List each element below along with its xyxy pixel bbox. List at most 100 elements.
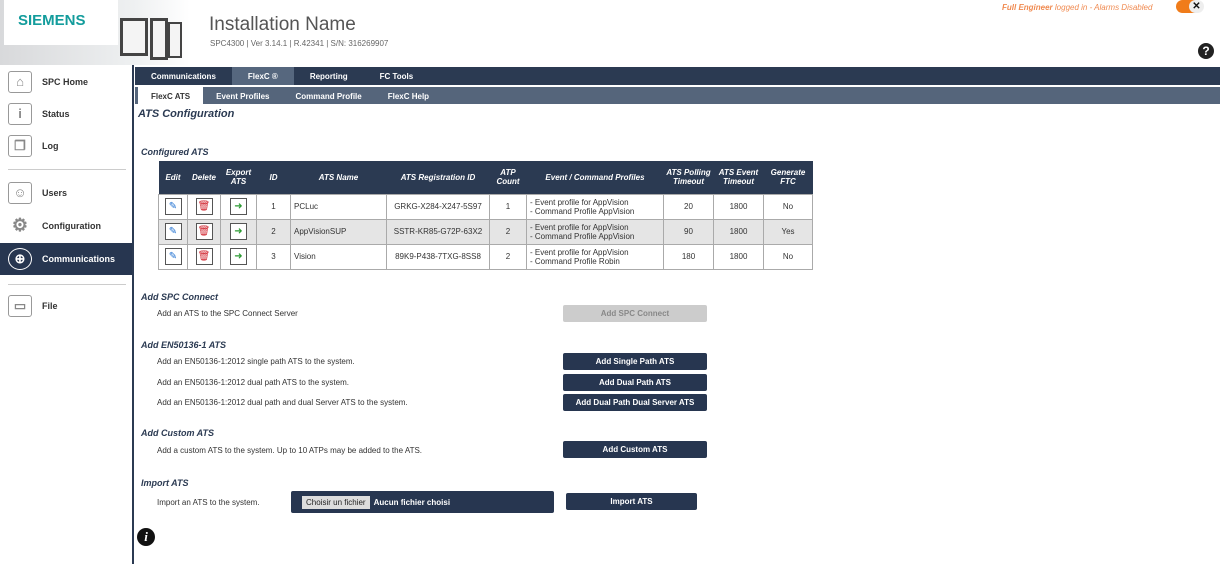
file-input[interactable]: Choisir un fichier Aucun fichier choisi xyxy=(291,491,554,513)
sidebar-item-status[interactable]: i Status xyxy=(0,99,132,129)
add-custom-ats-button[interactable]: Add Custom ATS xyxy=(563,441,707,458)
ats-table: Edit Delete Export ATS ID ATS Name ATS Regist… xyxy=(158,161,813,270)
trash-icon[interactable]: 🗑 xyxy=(195,248,213,265)
help-icon[interactable]: ? xyxy=(1198,43,1214,59)
trash-icon[interactable]: 🗑 xyxy=(195,198,213,215)
export-cell: ➜ xyxy=(220,218,257,245)
sidebar-item-log[interactable]: ❐ Log xyxy=(0,131,132,161)
sub-tabs: FlexC ATS Event Profiles Command Profile… xyxy=(135,87,1220,104)
tab-fc-tools[interactable]: FC Tools xyxy=(364,67,430,85)
table-row: ✎ 🗑 ➜ 2 AppVisionSUP SSTR-KR85-G72P-63X2 2- Ev… xyxy=(158,218,813,245)
profiles-cell: - Event profile for AppVision - Command P… xyxy=(526,218,664,245)
edit-cell: ✎ xyxy=(158,243,188,270)
export-icon[interactable]: ➜ xyxy=(230,198,247,215)
edit-icon[interactable]: ✎ xyxy=(164,223,182,240)
ats-name-cell: AppVisionSUP xyxy=(290,218,387,245)
add-single-path-ats-button[interactable]: Add Single Path ATS xyxy=(563,353,707,370)
import-ats-button[interactable]: Import ATS xyxy=(566,493,697,510)
atp-count-cell: 2 xyxy=(489,243,527,270)
add-spc-connect-button[interactable]: Add SPC Connect xyxy=(563,305,707,322)
table-row: ✎ 🗑 ➜ 1 PCLuc GRKG-X284-X247-5S97 1- Event pro… xyxy=(158,193,813,220)
sidebar-item-label: Users xyxy=(42,188,68,198)
column-header: Export ATS xyxy=(220,161,257,194)
column-header: ATS Registration ID xyxy=(386,161,490,194)
panel-image xyxy=(168,22,182,58)
sidebar-item-communications[interactable]: ⊕ Communications xyxy=(0,243,132,275)
delete-cell: 🗑 xyxy=(187,218,221,245)
profiles-cell: - Event profile for AppVision - Command P… xyxy=(526,243,664,270)
edit-icon[interactable]: ✎ xyxy=(164,248,182,265)
add-dual-path-dual-server-ats-button[interactable]: Add Dual Path Dual Server ATS xyxy=(563,394,707,411)
sidebar-item-configuration[interactable]: ⚙ Configuration xyxy=(0,211,132,241)
delete-cell: 🗑 xyxy=(187,243,221,270)
globe-icon: ⊕ xyxy=(8,248,32,270)
section-spc-connect: Add SPC Connect xyxy=(141,292,219,302)
folder-icon: ▭ xyxy=(8,295,32,317)
delete-cell: 🗑 xyxy=(187,193,221,220)
event-timeout-cell: 1800 xyxy=(713,218,764,245)
atp-count-cell: 2 xyxy=(489,218,527,245)
installation-title: Installation Name xyxy=(209,14,356,35)
siemens-logo: SIEMENS xyxy=(4,0,118,45)
column-header: ATS Event Timeout xyxy=(713,161,764,194)
tab-reporting[interactable]: Reporting xyxy=(294,67,364,85)
table-row: ✎ 🗑 ➜ 3 Vision 89K9-P438-7TXG-8SS8 2- Event pr… xyxy=(158,243,813,270)
export-icon[interactable]: ➜ xyxy=(230,223,247,240)
column-header: Event / Command Profiles xyxy=(526,161,664,194)
panel-image xyxy=(120,18,148,56)
id-cell: 2 xyxy=(256,218,291,245)
sidebar-item-users[interactable]: ☺ Users xyxy=(0,178,132,208)
page-title: ATS Configuration xyxy=(138,108,235,120)
sidebar-item-label: Log xyxy=(42,141,59,151)
sidebar-item-file[interactable]: ▭ File xyxy=(0,291,132,321)
ats-name-cell: Vision xyxy=(290,243,387,270)
ats-name-cell: PCLuc xyxy=(290,193,387,220)
tab-flexc[interactable]: FlexC ® xyxy=(231,67,294,85)
atp-count-cell: 1 xyxy=(489,193,527,220)
spc-connect-desc: Add an ATS to the SPC Connect Server xyxy=(157,309,298,318)
main-tabs: Communications FlexC ® Reporting FC Tool… xyxy=(135,67,1220,85)
user-role: Full Engineer xyxy=(1002,3,1053,12)
column-header: ATP Count xyxy=(489,161,527,194)
log-icon: ❐ xyxy=(8,135,32,157)
panel-image xyxy=(150,18,168,60)
event-profile: - Event profile for AppVision xyxy=(530,247,629,257)
section-configured-ats: Configured ATS xyxy=(141,147,209,157)
user-icon: ☺ xyxy=(8,182,32,204)
info-icon[interactable]: i xyxy=(137,528,155,546)
export-icon[interactable]: ➜ xyxy=(230,248,247,265)
subtab-flexc-ats[interactable]: FlexC ATS xyxy=(138,87,204,104)
edit-icon[interactable]: ✎ xyxy=(164,198,182,215)
import-ats-desc: Import an ATS to the system. xyxy=(157,498,260,507)
dual-server-desc: Add an EN50136-1:2012 dual path and dual… xyxy=(157,398,408,407)
system-info: SPC4300 | Ver 3.14.1 | R.42341 | S/N: 31… xyxy=(210,39,389,48)
column-header: Edit xyxy=(158,161,188,194)
section-custom-ats: Add Custom ATS xyxy=(141,428,214,438)
tools-icon: ✕ xyxy=(1189,0,1204,13)
divider xyxy=(8,284,126,285)
edit-cell: ✎ xyxy=(158,193,188,220)
registration-id-cell: 89K9-P438-7TXG-8SS8 xyxy=(386,243,490,270)
add-dual-path-ats-button[interactable]: Add Dual Path ATS xyxy=(563,374,707,391)
generate-ftc-cell: No xyxy=(763,243,813,270)
id-cell: 1 xyxy=(256,193,291,220)
login-status: Full Engineer logged in - Alarms Disable… xyxy=(1002,3,1152,12)
engineer-mode-toggle[interactable]: ✕ xyxy=(1176,0,1204,13)
section-en50136: Add EN50136-1 ATS xyxy=(141,340,227,350)
export-cell: ➜ xyxy=(220,243,257,270)
column-header: Generate FTC xyxy=(763,161,813,194)
sidebar-item-spc-home[interactable]: ⌂ SPC Home xyxy=(0,67,132,97)
choose-file-button[interactable]: Choisir un fichier xyxy=(302,495,370,509)
subtab-flexc-help[interactable]: FlexC Help xyxy=(375,87,442,104)
subtab-command-profile[interactable]: Command Profile xyxy=(282,87,374,104)
header-banner: SIEMENS xyxy=(0,0,190,65)
subtab-event-profiles[interactable]: Event Profiles xyxy=(203,87,282,104)
sidebar-item-label: File xyxy=(42,301,58,311)
column-header: ID xyxy=(256,161,291,194)
section-import-ats: Import ATS xyxy=(141,478,189,488)
id-cell: 3 xyxy=(256,243,291,270)
registration-id-cell: GRKG-X284-X247-5S97 xyxy=(386,193,490,220)
tab-communications[interactable]: Communications xyxy=(135,67,232,85)
trash-icon[interactable]: 🗑 xyxy=(195,223,213,240)
event-profile: - Event profile for AppVision xyxy=(530,222,629,232)
